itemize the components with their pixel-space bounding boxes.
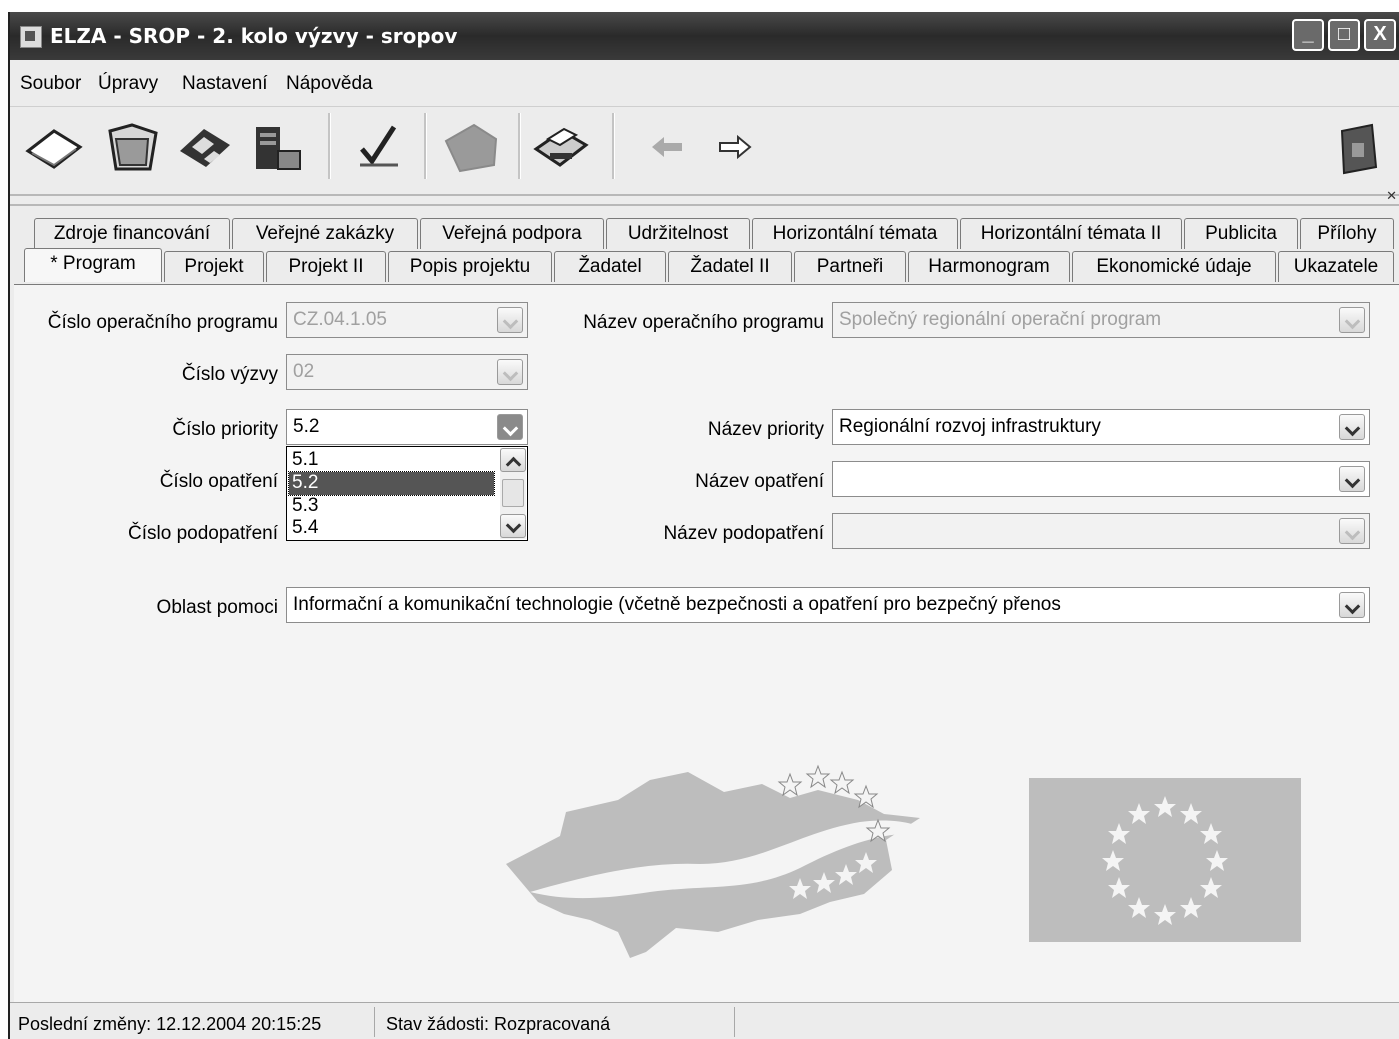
nazev-op-value: Společný regionální operační program <box>839 309 1162 330</box>
nazev-opatreni-label: Název opatření <box>695 471 824 492</box>
scroll-up-icon[interactable] <box>500 448 526 472</box>
cislo-priority-label: Číslo priority <box>172 419 278 440</box>
check-icon[interactable] <box>350 117 410 177</box>
tab-zdroje-financovani[interactable]: Zdroje financování <box>34 218 230 249</box>
menu-nastaveni[interactable]: Nastavení <box>182 73 268 95</box>
dropdown-scrollbar[interactable] <box>500 448 526 539</box>
priority-dropdown-list[interactable]: 5.1 5.2 5.3 5.4 <box>286 446 528 541</box>
tab-partneri[interactable]: Partneři <box>794 251 906 282</box>
status-state: Stav žádosti: Rozpracovaná <box>386 1014 611 1034</box>
nazev-op-label: Název operačního programu <box>583 312 824 333</box>
chevron-down-icon[interactable] <box>497 414 523 440</box>
menu-soubor[interactable]: Soubor <box>20 73 81 95</box>
oblast-pomoci-value: Informační a komunikační technologie (vč… <box>293 594 1061 615</box>
tab-zadatel[interactable]: Žadatel <box>554 251 666 282</box>
back-arrow-icon[interactable] <box>638 117 698 177</box>
eu-flag-logo <box>1029 778 1301 942</box>
cislo-podopatreni-label: Číslo podopatření <box>128 523 278 544</box>
tab-udrzitelnost[interactable]: Udržitelnost <box>606 218 750 249</box>
nazev-opatreni-combo[interactable] <box>832 461 1370 497</box>
dropdown-option[interactable]: 5.4 <box>289 517 494 540</box>
submit-envelope-icon[interactable] <box>440 117 500 177</box>
tab-zadatel-ii[interactable]: Žadatel II <box>668 251 792 282</box>
tab-ukazatele[interactable]: Ukazatele <box>1278 251 1394 282</box>
tab-horizontalni-temata[interactable]: Horizontální témata <box>752 218 958 249</box>
tab-popis-projektu[interactable]: Popis projektu <box>388 251 552 282</box>
app-window: ELZA - SROP - 2. kolo výzvy - sropov _ □… <box>8 12 1399 1039</box>
scroll-down-icon[interactable] <box>500 514 526 538</box>
chevron-down-icon[interactable] <box>1339 592 1365 618</box>
tab-verejna-podpora[interactable]: Veřejná podpora <box>420 218 604 249</box>
menu-napoveda[interactable]: Nápověda <box>286 73 373 95</box>
dropdown-option[interactable]: 5.1 <box>289 449 494 472</box>
nazev-priority-combo[interactable]: Regionální rozvoj infrastruktury <box>832 409 1370 445</box>
tab-harmonogram[interactable]: Harmonogram <box>908 251 1070 282</box>
tab-ekonomicke-udaje[interactable]: Ekonomické údaje <box>1072 251 1276 282</box>
minimize-button[interactable]: _ <box>1292 19 1324 51</box>
cislo-vyzvy-label: Číslo výzvy <box>181 364 278 385</box>
print-icon[interactable] <box>530 117 590 177</box>
cislo-op-value: CZ.04.1.05 <box>293 309 387 330</box>
toolbar-grip[interactable] <box>10 194 1399 206</box>
tab-prilohy[interactable]: Přílohy <box>1300 218 1394 249</box>
menu-upravy[interactable]: Úpravy <box>98 73 158 95</box>
nazev-podopatreni-combo <box>832 513 1370 549</box>
open-folder-icon[interactable] <box>102 117 162 177</box>
status-bar: Poslední změny: 12.12.2004 20:15:25 Stav… <box>10 1002 1399 1039</box>
chevron-down-icon[interactable] <box>1339 414 1365 440</box>
chevron-down-icon <box>497 307 523 333</box>
tab-publicita[interactable]: Publicita <box>1184 218 1298 249</box>
oblast-pomoci-combo[interactable]: Informační a komunikační technologie (vč… <box>286 587 1370 623</box>
maximize-button[interactable]: □ <box>1328 19 1360 51</box>
cislo-op-label: Číslo operačního programu <box>47 312 278 333</box>
window-title: ELZA - SROP - 2. kolo výzvy - sropov <box>50 24 458 48</box>
chevron-down-icon <box>1339 307 1365 333</box>
scroll-thumb[interactable] <box>502 479 524 507</box>
title-bar[interactable]: ELZA - SROP - 2. kolo výzvy - sropov _ □… <box>10 12 1399 60</box>
close-button[interactable]: X <box>1364 19 1396 51</box>
forward-arrow-icon[interactable] <box>704 117 764 177</box>
nazev-priority-value: Regionální rozvoj infrastruktury <box>839 416 1101 437</box>
cislo-priority-value: 5.2 <box>293 416 320 437</box>
chevron-down-icon[interactable] <box>1339 466 1365 492</box>
status-divider <box>374 1007 375 1037</box>
toolbar <box>10 107 1399 185</box>
menu-bar: Soubor Úpravy Nastavení Nápověda <box>10 60 1399 107</box>
dropdown-option-selected[interactable]: 5.2 <box>288 471 495 496</box>
tab-projekt[interactable]: Projekt <box>164 251 264 282</box>
nazev-podopatreni-label: Název podopatření <box>663 523 824 544</box>
app-icon[interactable] <box>20 26 42 48</box>
tab-horizontalni-temata-ii[interactable]: Horizontální témata II <box>960 218 1182 249</box>
cislo-op-combo: CZ.04.1.05 <box>286 302 528 338</box>
toolbar-separator <box>424 113 427 179</box>
cislo-opatreni-label: Číslo opatření <box>159 471 278 492</box>
dropdown-option[interactable]: 5.3 <box>289 495 494 518</box>
tab-projekt-ii[interactable]: Projekt II <box>266 251 386 282</box>
toolbar-separator <box>518 113 521 179</box>
status-divider <box>734 1007 735 1037</box>
chevron-down-icon <box>497 359 523 385</box>
status-last-change: Poslední změny: 12.12.2004 20:15:25 <box>18 1014 322 1034</box>
nazev-priority-label: Název priority <box>707 419 824 440</box>
new-document-icon[interactable] <box>24 117 84 177</box>
toolbar-close-icon[interactable]: ✕ <box>1386 188 1397 204</box>
save-disk-icon[interactable] <box>174 117 234 177</box>
cislo-vyzvy-combo: 02 <box>286 354 528 390</box>
tab-verejne-zakazky[interactable]: Veřejné zakázky <box>232 218 418 249</box>
server-export-icon[interactable] <box>248 117 308 177</box>
toolbar-separator <box>328 113 331 179</box>
help-book-icon[interactable] <box>1330 117 1390 177</box>
toolbar-separator <box>612 113 615 179</box>
cislo-vyzvy-value: 02 <box>293 361 315 382</box>
chevron-down-icon <box>1339 518 1365 544</box>
czech-regions-logo <box>506 764 930 958</box>
nazev-op-combo: Společný regionální operační program <box>832 302 1370 338</box>
cislo-priority-combo[interactable]: 5.2 <box>286 409 528 445</box>
oblast-pomoci-label: Oblast pomoci <box>156 597 278 618</box>
tab-program[interactable]: * Program <box>24 248 162 282</box>
